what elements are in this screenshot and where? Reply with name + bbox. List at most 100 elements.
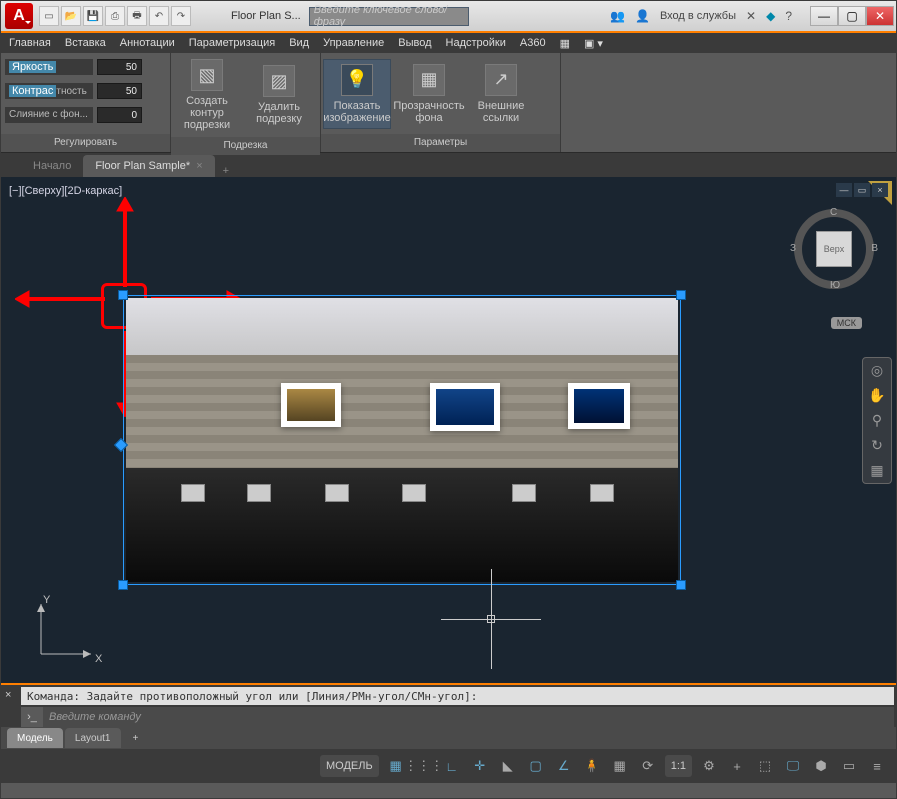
close-button[interactable]: ✕	[866, 6, 894, 26]
menu-annotate[interactable]: Аннотации	[120, 37, 175, 49]
monitor-icon[interactable]: 🖵	[782, 755, 804, 777]
viewcube-e[interactable]: В	[871, 243, 878, 254]
help-icon[interactable]: ?	[785, 9, 792, 23]
viewcube-face[interactable]: Верх	[816, 231, 852, 267]
zoom-icon[interactable]: ⚲	[872, 412, 882, 429]
fade-value[interactable]: 0	[97, 107, 142, 123]
saveas-icon[interactable]: ⎙	[105, 6, 125, 26]
grip-tl[interactable]	[118, 290, 128, 300]
transparency-button[interactable]: ▦ Прозрачность фона	[395, 60, 463, 128]
open-icon[interactable]: 📂	[61, 6, 81, 26]
isodraft-icon[interactable]: ◣	[497, 755, 519, 777]
ucs-x-label: X	[95, 653, 102, 665]
image-object[interactable]	[123, 295, 681, 585]
signin-label[interactable]: Вход в службы	[660, 10, 736, 22]
contrast-label: Контрастность	[5, 83, 93, 99]
create-clip-button[interactable]: ▧ Создать контур подрезки	[173, 55, 241, 135]
customize-icon[interactable]: ≡	[866, 755, 888, 777]
undo-icon[interactable]: ↶	[149, 6, 169, 26]
search-input[interactable]: Введите ключевое слово/фразу	[309, 7, 469, 26]
viewcube-w[interactable]: З	[790, 243, 796, 254]
status-model-button[interactable]: МОДЕЛЬ	[320, 755, 379, 777]
menu-parametric[interactable]: Параметризация	[189, 37, 275, 49]
menu-output[interactable]: Вывод	[398, 37, 431, 49]
gear-icon[interactable]: ⚙	[698, 755, 720, 777]
cloud-icon[interactable]: ◆	[766, 9, 775, 23]
clean-icon[interactable]: ▭	[838, 755, 860, 777]
menu-view[interactable]: Вид	[289, 37, 309, 49]
command-line[interactable]: ›_ Введите команду	[21, 707, 894, 727]
vp-minimize-button[interactable]: —	[836, 183, 852, 197]
hardware-icon[interactable]: ⬢	[810, 755, 832, 777]
transparency-status-icon[interactable]: ▦	[609, 755, 631, 777]
vp-restore-button[interactable]: ▭	[854, 183, 870, 197]
contrast-value[interactable]: 50	[97, 83, 142, 99]
remove-clip-button[interactable]: ▨ Удалить подрезку	[245, 61, 313, 129]
print-icon[interactable]: 🖶	[127, 6, 147, 26]
tab-new-button[interactable]: +	[215, 165, 237, 177]
menu-home[interactable]: Главная	[9, 37, 51, 49]
menu-insert[interactable]: Вставка	[65, 37, 106, 49]
polar-icon[interactable]: ✛	[469, 755, 491, 777]
viewport[interactable]: [−][Сверху][2D-каркас] — ▭ × Верх С Ю В …	[1, 177, 896, 683]
showmotion-icon[interactable]: ▦	[870, 462, 883, 479]
cycling-icon[interactable]: ⟳	[637, 755, 659, 777]
layout-tab-add[interactable]: +	[123, 728, 149, 748]
plus-icon[interactable]: +	[726, 755, 748, 777]
wheel-icon[interactable]: ◎	[871, 362, 883, 379]
grip-br[interactable]	[676, 580, 686, 590]
quick-access-toolbar: ▭ 📂 💾 ⎙ 🖶 ↶ ↷	[39, 6, 191, 26]
save-icon[interactable]: 💾	[83, 6, 103, 26]
minimize-button[interactable]: —	[810, 6, 838, 26]
menu-addins[interactable]: Надстройки	[446, 37, 506, 49]
xref-button[interactable]: ↗ Внешние ссылки	[467, 60, 535, 128]
grip-tr[interactable]	[676, 290, 686, 300]
tab-start[interactable]: Начало	[21, 155, 83, 177]
ortho-icon[interactable]: ∟	[441, 755, 463, 777]
view-cube[interactable]: Верх С Ю В З	[794, 209, 874, 289]
grip-bl[interactable]	[118, 580, 128, 590]
workspace-icon[interactable]: ⬚	[754, 755, 776, 777]
viewcube-n[interactable]: С	[830, 207, 837, 218]
scale-button[interactable]: 1:1	[665, 755, 692, 777]
remove-clip-icon: ▨	[263, 65, 295, 97]
maximize-button[interactable]: ▢	[838, 6, 866, 26]
panel-params-title: Параметры	[321, 134, 560, 152]
app-window: A ▭ 📂 💾 ⎙ 🖶 ↶ ↷ Floor Plan S... Введите …	[0, 0, 897, 799]
orbit-icon[interactable]: ↻	[871, 437, 883, 454]
tab-close-icon[interactable]: ×	[196, 160, 202, 172]
viewcube-s[interactable]: Ю	[830, 280, 840, 291]
menu-apps-icon[interactable]: ▦	[560, 37, 570, 50]
command-input[interactable]: Введите команду	[43, 711, 894, 723]
contrast-row: Контрастность 50	[5, 83, 166, 99]
viewport-label[interactable]: [−][Сверху][2D-каркас]	[9, 185, 122, 197]
redo-icon[interactable]: ↷	[171, 6, 191, 26]
create-clip-icon: ▧	[191, 59, 223, 91]
navigation-bar: ◎ ✋ ⚲ ↻ ▦	[862, 357, 892, 484]
panel-clip: ▧ Создать контур подрезки ▨ Удалить подр…	[171, 53, 321, 152]
otrack-icon[interactable]: ∠	[553, 755, 575, 777]
show-image-button[interactable]: 💡 Показать изображение	[323, 59, 391, 129]
brightness-value[interactable]: 50	[97, 59, 142, 75]
menu-expand-icon[interactable]: ▣ ▾	[584, 37, 603, 50]
wcs-label[interactable]: МСК	[831, 317, 862, 329]
brightness-label: Яркость	[5, 59, 93, 75]
signin-icon[interactable]: 👤	[635, 9, 650, 23]
pan-icon[interactable]: ✋	[868, 387, 885, 404]
vp-close-button[interactable]: ×	[872, 183, 888, 197]
lineweight-icon[interactable]: 🧍	[581, 755, 603, 777]
snap-icon[interactable]: ⋮⋮⋮	[413, 755, 435, 777]
menu-a360[interactable]: A360	[520, 37, 546, 49]
layout-tab-1[interactable]: Layout1	[65, 728, 121, 748]
infocenter-icon[interactable]: 👥	[610, 9, 625, 23]
tab-floorplan[interactable]: Floor Plan Sample* ×	[83, 155, 214, 177]
cmd-close-icon[interactable]: ×	[5, 689, 11, 701]
layout-tab-model[interactable]: Модель	[7, 728, 63, 748]
app-logo-icon[interactable]: A	[5, 3, 33, 29]
panel-adjust: Яркость 50 Контрастность 50 Слияние с фо…	[1, 53, 171, 152]
osnap-icon[interactable]: ▢	[525, 755, 547, 777]
create-clip-label: Создать контур подрезки	[175, 95, 239, 131]
menu-manage[interactable]: Управление	[323, 37, 384, 49]
exchange-icon[interactable]: ✕	[746, 9, 756, 23]
new-icon[interactable]: ▭	[39, 6, 59, 26]
